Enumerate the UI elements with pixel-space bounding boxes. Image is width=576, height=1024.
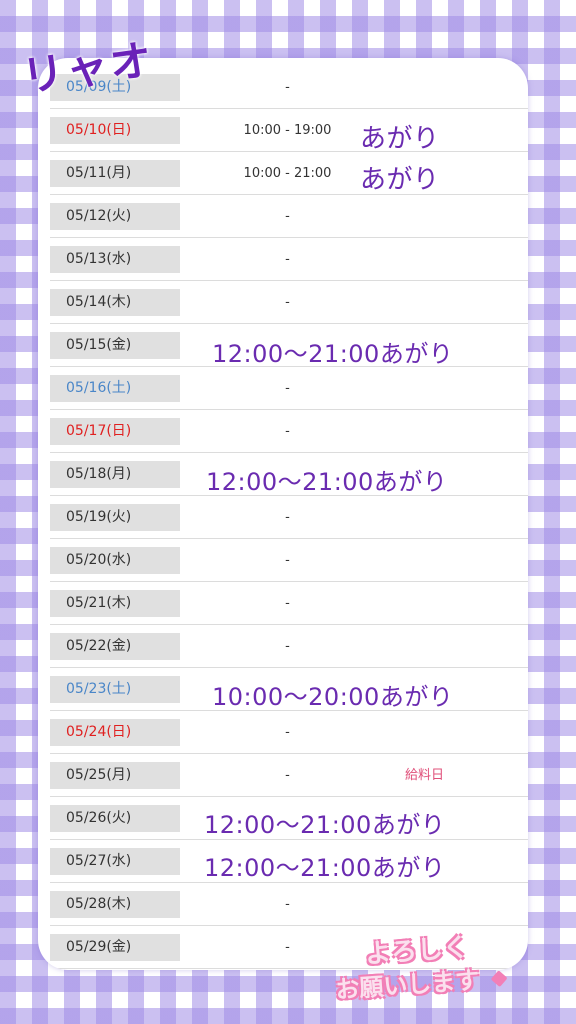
date-cell: 05/20(水) [50, 547, 180, 574]
overlay-0518: 12:00〜21:00あがり [206, 468, 448, 496]
time-cell: 10:00 - 19:00 [243, 123, 332, 138]
time-cell: - [285, 596, 290, 611]
date-cell: 05/11(月) [50, 160, 180, 187]
schedule-row: 05/17(日) - [50, 410, 528, 453]
time-cell: - [285, 897, 290, 912]
schedule-row: 05/11(月) 10:00 - 21:00 [50, 152, 528, 195]
schedule-row: 05/20(水) - [50, 539, 528, 582]
schedule-row: 05/13(水) - [50, 238, 528, 281]
time-cell: 10:00 - 21:00 [243, 166, 332, 181]
schedule-row: 05/24(日) - [50, 711, 528, 754]
overlay-0523: 10:00〜20:00あがり [212, 683, 454, 711]
date-cell: 05/25(月) [50, 762, 180, 789]
date-cell: 05/17(日) [50, 418, 180, 445]
time-cell: - [285, 80, 290, 95]
time-cell: - [285, 639, 290, 654]
schedule-row: 05/22(金) - [50, 625, 528, 668]
date-cell: 05/10(日) [50, 117, 180, 144]
schedule-row: 05/10(日) 10:00 - 19:00 [50, 109, 528, 152]
schedule-row: 05/16(土) - [50, 367, 528, 410]
schedule-row: 05/19(火) - [50, 496, 528, 539]
overlay-0510: あがり [360, 124, 440, 154]
time-cell: - [285, 768, 290, 783]
date-cell: 05/16(土) [50, 375, 180, 402]
greeting-sticker: よろしく お願いします [330, 924, 514, 1006]
schedule-row: 05/21(木) - [50, 582, 528, 625]
date-cell: 05/14(木) [50, 289, 180, 316]
date-cell: 05/24(日) [50, 719, 180, 746]
date-cell: 05/13(水) [50, 246, 180, 273]
heart-icon [490, 970, 508, 988]
note-cell: 給料日 [405, 768, 445, 783]
date-cell: 05/26(火) [50, 805, 180, 832]
overlay-0526: 12:00〜21:00あがり [204, 811, 446, 839]
date-cell: 05/28(木) [50, 891, 180, 918]
date-cell: 05/12(火) [50, 203, 180, 230]
date-cell: 05/27(水) [50, 848, 180, 875]
overlay-0527: 12:00〜21:00あがり [204, 854, 446, 882]
sticker-line2: お願いします [334, 966, 481, 1005]
schedule-row: 05/14(木) - [50, 281, 528, 324]
time-cell: - [285, 209, 290, 224]
time-cell: - [285, 381, 290, 396]
schedule-row: 05/12(火) - [50, 195, 528, 238]
date-cell: 05/22(金) [50, 633, 180, 660]
schedule-row: 05/28(木) - [50, 883, 528, 926]
time-cell: - [285, 252, 290, 267]
time-cell: - [285, 424, 290, 439]
overlay-0515: 12:00〜21:00あがり [212, 340, 454, 368]
overlay-0511: あがり [360, 165, 440, 195]
date-cell: 05/23(土) [50, 676, 180, 703]
time-cell: - [285, 553, 290, 568]
date-cell: 05/15(金) [50, 332, 180, 359]
date-cell: 05/21(木) [50, 590, 180, 617]
date-cell: 05/19(火) [50, 504, 180, 531]
date-cell: 05/18(月) [50, 461, 180, 488]
time-cell: - [285, 295, 290, 310]
schedule-row: 05/25(月) - 給料日 [50, 754, 528, 797]
time-cell: - [285, 510, 290, 525]
time-cell: - [285, 725, 290, 740]
date-cell: 05/29(金) [50, 934, 180, 961]
